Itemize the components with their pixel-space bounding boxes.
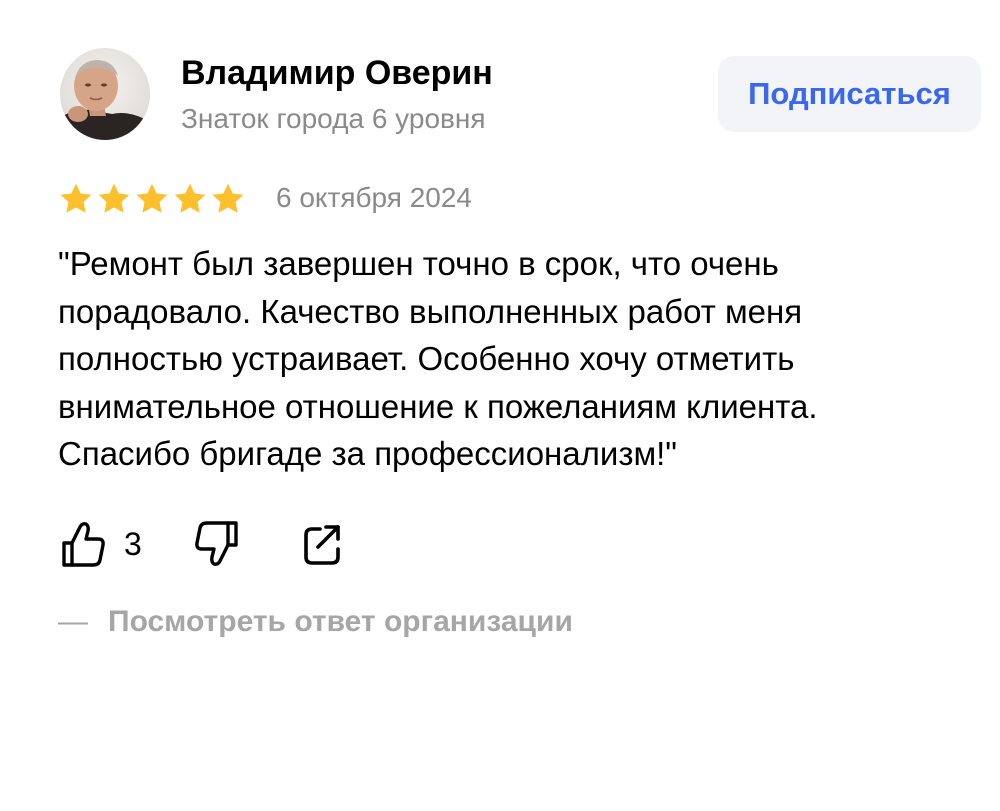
reply-dash: — [58,605,88,638]
share-icon [303,525,340,565]
star-icon [98,183,130,213]
like-count: 3 [124,526,142,562]
subscribe-button[interactable]: Подписаться [718,56,981,132]
dislike-button[interactable] [194,519,240,569]
review-date: 6 октября 2024 [276,182,472,213]
view-org-reply-link[interactable]: — Посмотреть ответ организации [58,602,573,642]
user-photo-icon [60,48,150,140]
star-icon [136,183,168,213]
star-icon [60,183,92,213]
review-actions: 3 [60,518,346,570]
thumbs-down-icon [194,521,238,566]
star-icon [212,183,244,213]
avatar[interactable] [60,48,150,140]
review-text: "Ремонт был завершен точно в срок, что о… [58,245,818,472]
like-button[interactable]: 3 [60,519,142,569]
author-name[interactable]: Владимир Оверин [181,53,493,93]
star-rating [58,179,246,219]
star-icon [174,183,206,213]
share-button[interactable] [300,519,346,569]
author-level: Знаток города 6 уровня [181,103,486,134]
view-org-reply-label: Посмотреть ответ организации [108,605,573,638]
thumbs-up-icon [62,522,105,567]
